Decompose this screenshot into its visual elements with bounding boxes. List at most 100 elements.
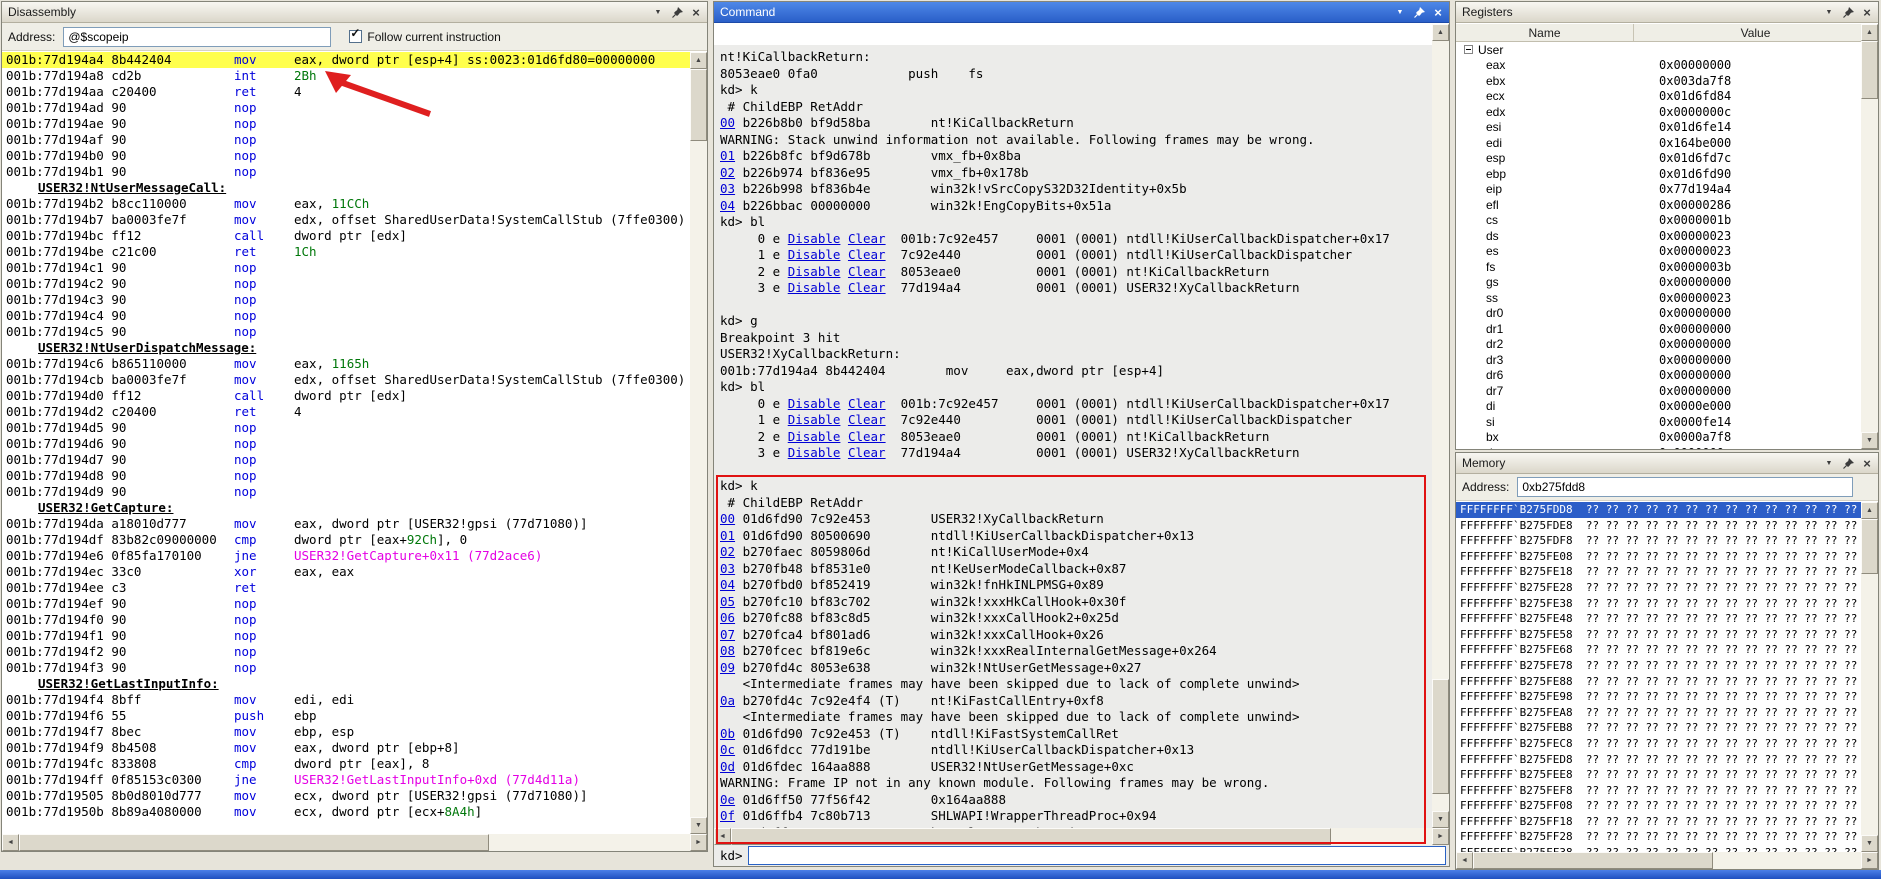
disasm-instruction-row[interactable]: 001b:77d194bc ff12 call dword ptr [edx]: [2, 228, 690, 244]
memory-row[interactable]: FFFFFFFF`B275FF38 ?? ?? ?? ?? ?? ?? ?? ?…: [1456, 845, 1861, 852]
command-link[interactable]: Disable: [788, 445, 841, 460]
disasm-instruction-row[interactable]: 001b:77d194f2 90 nop: [2, 644, 690, 660]
register-row[interactable]: edx 0x0000000c: [1456, 104, 1861, 120]
scroll-up-icon[interactable]: ▲: [1432, 24, 1449, 41]
scrollbar-thumb[interactable]: [1861, 519, 1878, 574]
disasm-instruction-row[interactable]: 001b:77d194cb ba0003fe7f mov edx, offset S…: [2, 372, 690, 388]
register-group-row[interactable]: User: [1456, 42, 1861, 58]
command-link[interactable]: Clear: [848, 231, 886, 246]
disassembly-vertical-scrollbar[interactable]: ▲ ▼: [690, 52, 707, 834]
scrollbar-thumb[interactable]: [1861, 41, 1878, 99]
register-row[interactable]: di 0x0000e000: [1456, 399, 1861, 415]
disasm-instruction-row[interactable]: 001b:77d194ee c3 ret: [2, 580, 690, 596]
disasm-symbol-row[interactable]: USER32!NtUserDispatchMessage:: [2, 340, 690, 356]
pin-icon[interactable]: [1411, 5, 1427, 20]
command-link[interactable]: 02: [720, 544, 735, 559]
pin-icon[interactable]: [1840, 5, 1856, 20]
memory-row[interactable]: FFFFFFFF`B275FE58 ?? ?? ?? ?? ?? ?? ?? ?…: [1456, 627, 1861, 643]
disasm-instruction-row[interactable]: 001b:77d194d2 c20400 ret 4: [2, 404, 690, 420]
scrollbar-thumb[interactable]: [1473, 852, 1713, 869]
register-row[interactable]: ecx 0x01d6fd84: [1456, 89, 1861, 105]
scrollbar-thumb[interactable]: [1432, 679, 1449, 794]
disasm-instruction-row[interactable]: 001b:77d19505 8b0d8010d777 mov ecx, dword …: [2, 788, 690, 804]
memory-row[interactable]: FFFFFFFF`B275FEB8 ?? ?? ?? ?? ?? ?? ?? ?…: [1456, 720, 1861, 736]
memory-row[interactable]: FFFFFFFF`B275FE18 ?? ?? ?? ?? ?? ?? ?? ?…: [1456, 564, 1861, 580]
follow-current-instruction-checkbox[interactable]: ✓: [349, 27, 363, 43]
command-link[interactable]: 0e: [720, 792, 735, 807]
disasm-instruction-row[interactable]: 001b:77d194fc 833808 cmp dword ptr [eax], …: [2, 756, 690, 772]
disasm-instruction-row[interactable]: 001b:77d194ae 90 nop: [2, 116, 690, 132]
disassembly-horizontal-scrollbar[interactable]: ◄ ►: [2, 834, 707, 851]
pane-menu-icon[interactable]: ▼: [1821, 456, 1837, 471]
disasm-instruction-row[interactable]: 001b:77d194f9 8b4508 mov eax, dword ptr [e…: [2, 740, 690, 756]
register-row[interactable]: fs 0x0000003b: [1456, 259, 1861, 275]
command-link[interactable]: 0b: [720, 726, 735, 741]
command-link[interactable]: Clear: [848, 445, 886, 460]
disasm-instruction-row[interactable]: 001b:77d194ad 90 nop: [2, 100, 690, 116]
disasm-instruction-row[interactable]: 001b:77d194a8 cd2b int 2Bh: [2, 68, 690, 84]
register-row[interactable]: ss 0x00000023: [1456, 290, 1861, 306]
disasm-symbol-row[interactable]: USER32!NtUserMessageCall:: [2, 180, 690, 196]
name-column-header[interactable]: Name: [1456, 24, 1634, 41]
disasm-instruction-row[interactable]: 001b:77d194c3 90 nop: [2, 292, 690, 308]
memory-row[interactable]: FFFFFFFF`B275FE08 ?? ?? ?? ?? ?? ?? ?? ?…: [1456, 549, 1861, 565]
register-row[interactable]: dr1 0x00000000: [1456, 321, 1861, 337]
command-link[interactable]: 08: [720, 643, 735, 658]
register-row[interactable]: dx 0x0000000c: [1456, 445, 1861, 449]
command-link[interactable]: 04: [720, 577, 735, 592]
disasm-instruction-row[interactable]: 001b:77d194f7 8bec mov ebp, esp: [2, 724, 690, 740]
disasm-instruction-row[interactable]: 001b:77d194ec 33c0 xor eax, eax: [2, 564, 690, 580]
memory-row[interactable]: FFFFFFFF`B275FF28 ?? ?? ?? ?? ?? ?? ?? ?…: [1456, 829, 1861, 845]
disasm-instruction-row[interactable]: 001b:77d194b2 b8cc110000 mov eax, 11CCh: [2, 196, 690, 212]
command-input[interactable]: [747, 846, 1446, 865]
memory-row[interactable]: FFFFFFFF`B275FE98 ?? ?? ?? ?? ?? ?? ?? ?…: [1456, 689, 1861, 705]
scroll-up-icon[interactable]: ▲: [1861, 502, 1878, 519]
scroll-right-icon[interactable]: ►: [1432, 828, 1449, 845]
disasm-instruction-row[interactable]: 001b:77d194aa c20400 ret 4: [2, 84, 690, 100]
address-input[interactable]: [63, 26, 332, 47]
disasm-instruction-row[interactable]: 001b:77d194f3 90 nop: [2, 660, 690, 676]
memory-row[interactable]: FFFFFFFF`B275FEC8 ?? ?? ?? ?? ?? ?? ?? ?…: [1456, 736, 1861, 752]
register-row[interactable]: eip 0x77d194a4: [1456, 182, 1861, 198]
close-icon[interactable]: ×: [688, 5, 704, 20]
scroll-left-icon[interactable]: ◄: [2, 834, 19, 851]
close-icon[interactable]: ×: [1430, 5, 1446, 20]
register-row[interactable]: dr0 0x00000000: [1456, 306, 1861, 322]
register-row[interactable]: ebp 0x01d6fd90: [1456, 166, 1861, 182]
command-link[interactable]: Clear: [848, 280, 886, 295]
command-link[interactable]: 04: [720, 198, 735, 213]
command-link[interactable]: 02: [720, 165, 735, 180]
disasm-instruction-row[interactable]: 001b:77d194f6 55 push ebp: [2, 708, 690, 724]
command-link[interactable]: Disable: [788, 264, 841, 279]
memory-row[interactable]: FFFFFFFF`B275FE28 ?? ?? ?? ?? ?? ?? ?? ?…: [1456, 580, 1861, 596]
disasm-instruction-row[interactable]: 001b:77d194d9 90 nop: [2, 484, 690, 500]
registers-vertical-scrollbar[interactable]: ▲ ▼: [1861, 24, 1878, 449]
register-row[interactable]: ebx 0x003da7f8: [1456, 73, 1861, 89]
command-link[interactable]: 0d: [720, 759, 735, 774]
register-row[interactable]: edi 0x164be000: [1456, 135, 1861, 151]
memory-row[interactable]: FFFFFFFF`B275FE88 ?? ?? ?? ?? ?? ?? ?? ?…: [1456, 674, 1861, 690]
disasm-instruction-row[interactable]: 001b:77d194ff 0f85153c0300 jne USER32!GetL…: [2, 772, 690, 788]
scroll-left-icon[interactable]: ◄: [1456, 852, 1473, 869]
memory-row[interactable]: FFFFFFFF`B275FED8 ?? ?? ?? ?? ?? ?? ?? ?…: [1456, 752, 1861, 768]
pane-menu-icon[interactable]: ▼: [650, 5, 666, 20]
command-link[interactable]: Clear: [848, 264, 886, 279]
command-link[interactable]: 03: [720, 561, 735, 576]
disasm-instruction-row[interactable]: 001b:77d194be c21c00 ret 1Ch: [2, 244, 690, 260]
command-link[interactable]: 00: [720, 115, 735, 130]
disasm-instruction-row[interactable]: 001b:77d194c2 90 nop: [2, 276, 690, 292]
register-row[interactable]: dr2 0x00000000: [1456, 337, 1861, 353]
memory-row[interactable]: FFFFFFFF`B275FE78 ?? ?? ?? ?? ?? ?? ?? ?…: [1456, 658, 1861, 674]
disasm-instruction-row[interactable]: 001b:77d194f1 90 nop: [2, 628, 690, 644]
command-link[interactable]: 0f: [720, 808, 735, 823]
disasm-instruction-row[interactable]: 001b:77d194d8 90 nop: [2, 468, 690, 484]
disasm-instruction-row[interactable]: 001b:77d194b7 ba0003fe7f mov edx, offset S…: [2, 212, 690, 228]
command-output[interactable]: nt!KiCallbackReturn: 8053eae0 0fa0 push f…: [714, 45, 1449, 849]
memory-row[interactable]: FFFFFFFF`B275FF08 ?? ?? ?? ?? ?? ?? ?? ?…: [1456, 798, 1861, 814]
command-link[interactable]: Disable: [788, 231, 841, 246]
disassembly-titlebar[interactable]: Disassembly ▼ ×: [2, 2, 707, 23]
value-column-header[interactable]: Value: [1634, 24, 1878, 41]
scroll-up-icon[interactable]: ▲: [1861, 24, 1878, 41]
register-row[interactable]: efl 0x00000286: [1456, 197, 1861, 213]
disasm-symbol-row[interactable]: USER32!GetLastInputInfo:: [2, 676, 690, 692]
